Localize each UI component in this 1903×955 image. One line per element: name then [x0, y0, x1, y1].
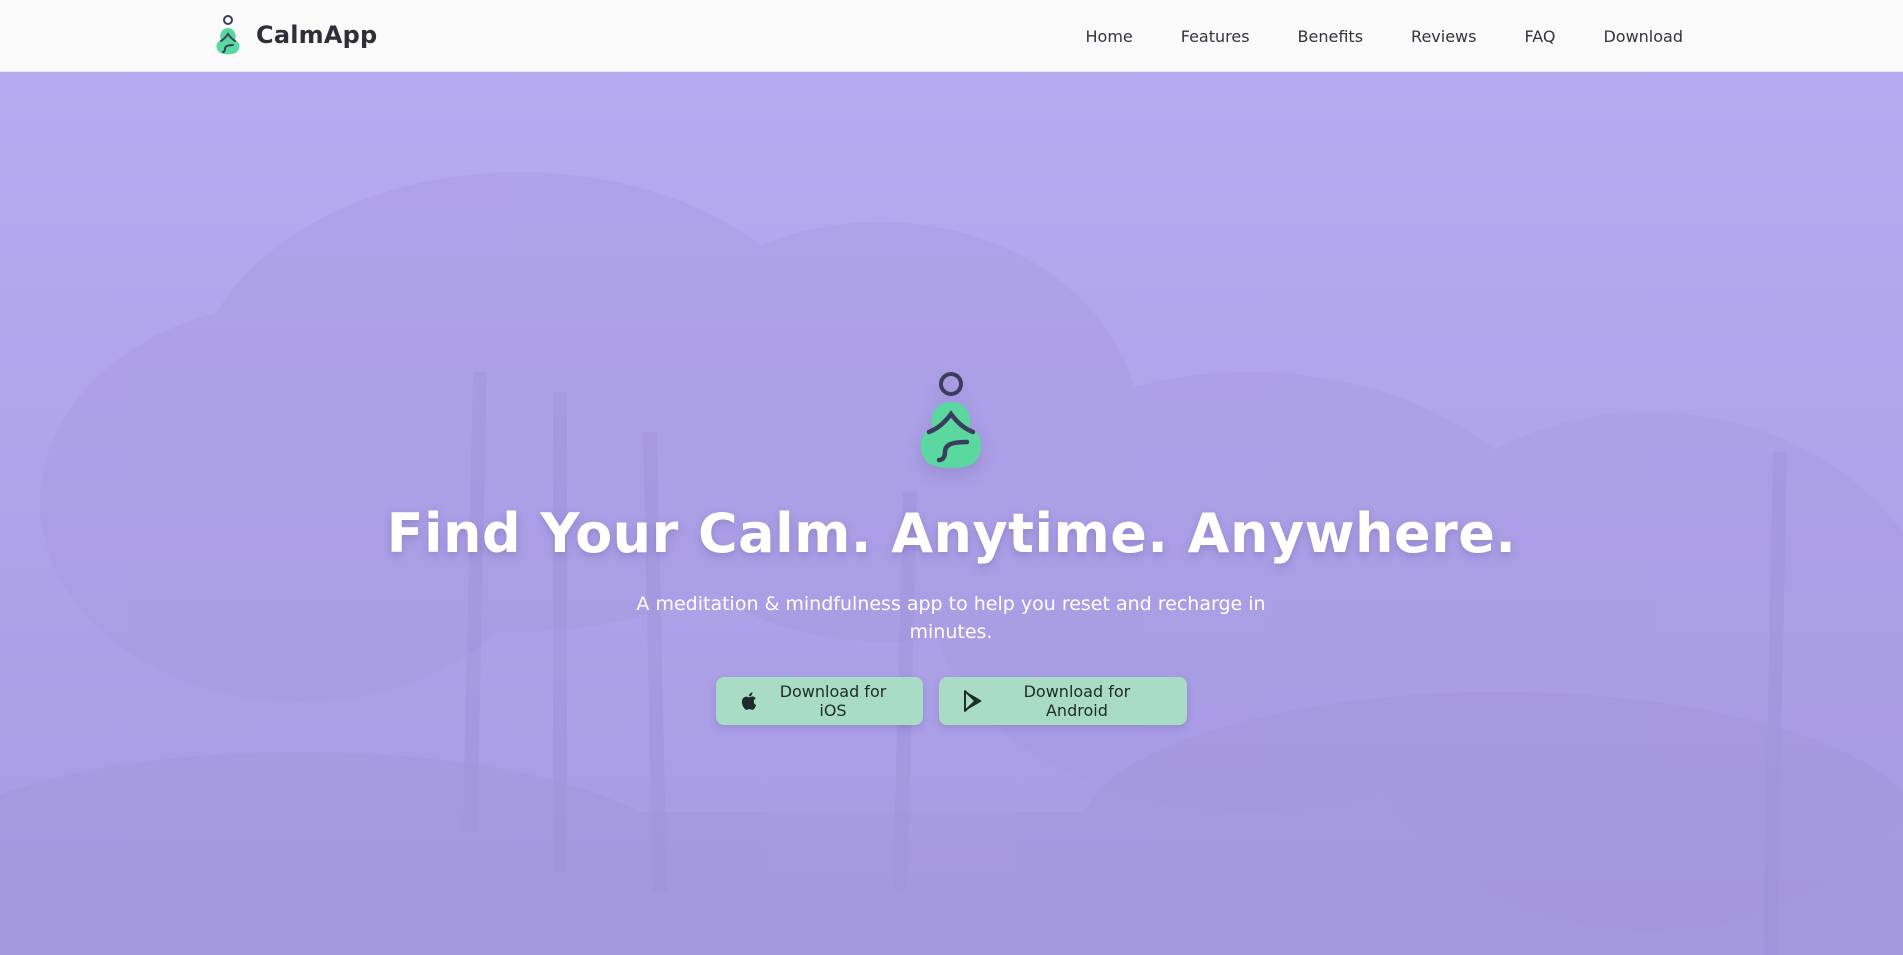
download-android-button[interactable]: Download for Android: [939, 677, 1187, 725]
top-navbar: CalmApp Home Features Benefits Reviews F…: [0, 0, 1903, 72]
nav-features[interactable]: Features: [1181, 27, 1250, 46]
nav-download[interactable]: Download: [1603, 27, 1683, 46]
hero-section: Find Your Calm. Anytime. Anywhere. A med…: [0, 72, 1903, 955]
main-nav: Home Features Benefits Reviews FAQ Downl…: [1086, 0, 1684, 72]
hero-title: Find Your Calm. Anytime. Anywhere.: [386, 502, 1517, 565]
brand-link[interactable]: CalmApp: [212, 14, 377, 56]
nav-reviews[interactable]: Reviews: [1411, 27, 1476, 46]
meditating-person-icon: [920, 372, 982, 468]
apple-icon: [741, 692, 757, 710]
download-buttons: Download for iOS Download for Android: [0, 677, 1903, 725]
meditating-person-icon: [216, 15, 240, 55]
nav-home[interactable]: Home: [1086, 27, 1133, 46]
hero-subtitle: A meditation & mindfulness app to help y…: [636, 593, 1266, 643]
download-android-label: Download for Android: [1023, 682, 1131, 720]
download-ios-button[interactable]: Download for iOS: [716, 677, 923, 725]
brand-name: CalmApp: [256, 21, 378, 49]
nav-faq[interactable]: FAQ: [1524, 27, 1555, 46]
google-play-icon: [963, 690, 982, 712]
nav-benefits[interactable]: Benefits: [1298, 27, 1364, 46]
hero-content: Find Your Calm. Anytime. Anywhere. A med…: [0, 72, 1903, 955]
download-ios-label: Download for iOS: [779, 682, 887, 720]
